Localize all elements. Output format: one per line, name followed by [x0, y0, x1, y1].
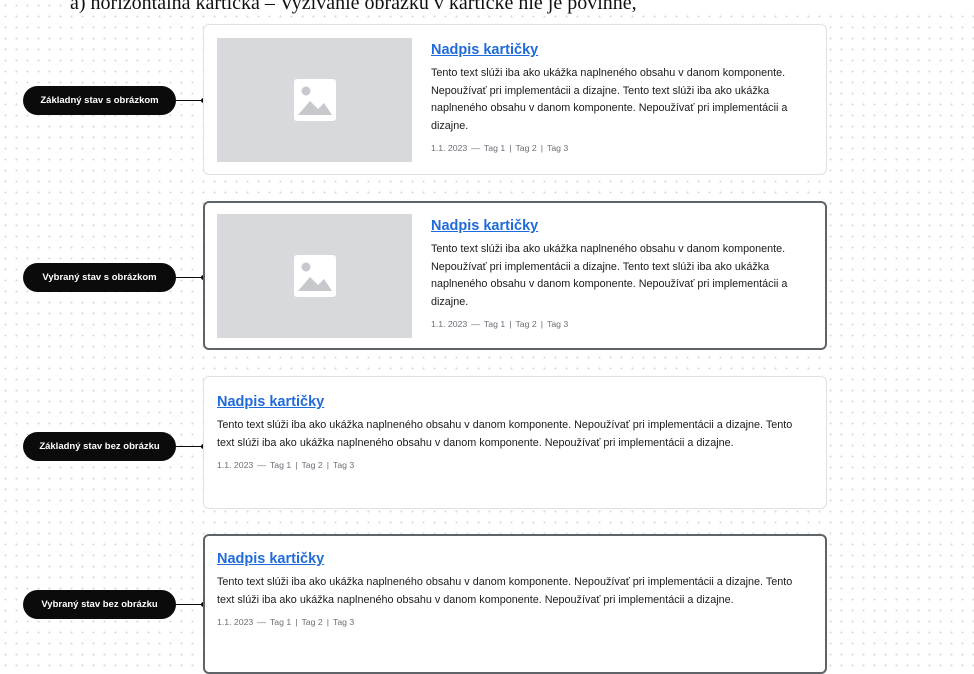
state-label-pill: Vybraný stav bez obrázku — [23, 590, 176, 619]
meta-dash: — — [257, 617, 266, 627]
state-label-pill: Vybraný stav s obrázkom — [23, 263, 176, 292]
image-icon — [294, 255, 336, 297]
tag: Tag 2 — [301, 460, 323, 470]
card-title-link[interactable]: Nadpis kartičky — [431, 40, 815, 60]
meta-dash: — — [257, 460, 266, 470]
state-label-pill: Základný stav s obrázkom — [23, 86, 176, 115]
image-placeholder — [217, 38, 412, 162]
meta-dash: — — [471, 319, 480, 329]
card-date: 1.1. 2023 — [217, 460, 254, 470]
tag: Tag 3 — [546, 319, 569, 329]
card-selected[interactable]: Nadpis kartičky Tento text slúži iba ako… — [203, 201, 827, 350]
image-icon — [294, 79, 336, 121]
card-date: 1.1. 2023 — [431, 319, 468, 329]
tag: Tag 1 — [269, 617, 292, 627]
tag: Tag 1 — [269, 460, 292, 470]
card-description: Tento text slúži iba ako ukážka naplnené… — [431, 243, 788, 308]
tag: Tag 3 — [332, 460, 355, 470]
tag: Tag 2 — [301, 617, 323, 627]
card[interactable]: Nadpis kartičky Tento text slúži iba ako… — [203, 24, 827, 175]
tag: Tag 1 — [483, 143, 506, 153]
card-date: 1.1. 2023 — [431, 143, 468, 153]
card-title-link[interactable]: Nadpis kartičky — [217, 549, 807, 569]
connector-line — [176, 604, 204, 605]
card-content: Nadpis kartičky Tento text slúži iba ako… — [431, 40, 815, 154]
card-description: Tento text slúži iba ako ukážka naplnené… — [431, 67, 788, 132]
card-description: Tento text slúži iba ako ukážka naplnené… — [217, 419, 793, 449]
card-meta: 1.1. 2023— Tag 1 | Tag 2 | Tag 3 — [431, 319, 569, 329]
card-selected[interactable]: Nadpis kartičky Tento text slúži iba ako… — [203, 534, 827, 674]
card-content: Nadpis kartičky Tento text slúži iba ako… — [431, 216, 815, 330]
card-title-link[interactable]: Nadpis kartičky — [431, 216, 815, 236]
card-content: Nadpis kartičky Tento text slúži iba ako… — [217, 549, 807, 628]
connector-line — [176, 277, 204, 278]
connector-line — [176, 446, 204, 447]
connector-line — [176, 100, 204, 101]
tag: Tag 2 — [515, 143, 537, 153]
card-meta: 1.1. 2023— Tag 1 | Tag 2 | Tag 3 — [431, 143, 569, 153]
tag: Tag 3 — [546, 143, 569, 153]
card-meta: 1.1. 2023— Tag 1 | Tag 2 | Tag 3 — [217, 460, 355, 470]
card-title-link[interactable]: Nadpis kartičky — [217, 392, 807, 412]
card-date: 1.1. 2023 — [217, 617, 254, 627]
state-label-pill: Základný stav bez obrázku — [23, 432, 176, 461]
meta-dash: — — [471, 143, 480, 153]
tag: Tag 1 — [483, 319, 506, 329]
section-heading: a) horizontálna kartička – Vyžívanie obr… — [70, 0, 974, 15]
tag: Tag 3 — [332, 617, 355, 627]
card-description: Tento text slúži iba ako ukážka naplnené… — [217, 576, 793, 606]
card[interactable]: Nadpis kartičky Tento text slúži iba ako… — [203, 376, 827, 509]
card-content: Nadpis kartičky Tento text slúži iba ako… — [217, 392, 807, 471]
image-placeholder — [217, 214, 412, 338]
card-meta: 1.1. 2023— Tag 1 | Tag 2 | Tag 3 — [217, 617, 355, 627]
tag: Tag 2 — [515, 319, 537, 329]
